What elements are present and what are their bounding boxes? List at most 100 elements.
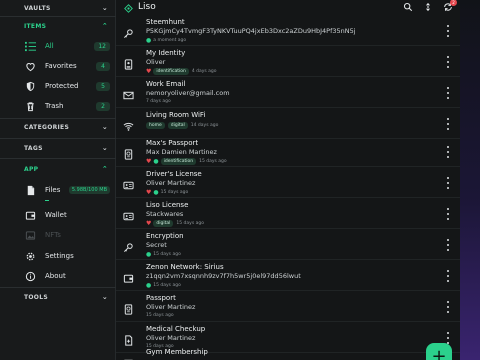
item-meta: ● 15 days ago	[146, 251, 181, 258]
chevron-up-icon: ⌃	[101, 22, 108, 30]
item-subtitle: Oliver Martinez	[146, 334, 196, 342]
list-item[interactable]: Living Room WiFi home digital 14 days ago	[116, 109, 460, 139]
item-date: 15 days ago	[160, 190, 189, 195]
wallet-icon	[24, 209, 36, 221]
list-item[interactable]: Work Email nemoryoliver@gmail.com 7 days…	[116, 78, 460, 108]
item-subtitle: Oliver	[146, 58, 166, 66]
tags-section-header[interactable]: TAGS ⌄	[0, 140, 116, 156]
sidebar-item-label: Protected	[45, 82, 79, 90]
chevron-up-icon: ⌃	[101, 165, 108, 173]
list-item[interactable]: Zenon Network: Sirius z1qqn2vm7xsqnnh9zv…	[116, 261, 460, 291]
sidebar-item-label: Trash	[45, 102, 64, 110]
app-section-header[interactable]: APP ⌃	[0, 161, 116, 177]
heart-icon: ♥	[146, 220, 152, 227]
list-item[interactable]: Gym Membership	[116, 346, 460, 360]
item-subtitle: nemoryoliver@gmail.com	[146, 89, 230, 97]
list-item[interactable]: Max's Passport Max Damien Martinez ♥ ● ide…	[116, 137, 460, 167]
sidebar-item-favorites[interactable]: Favorites 4	[0, 56, 116, 76]
list-item[interactable]: Driver's License Oliver Martinez ♥ ● 15 da…	[116, 168, 460, 198]
sidebar-item-all[interactable]: All 12	[0, 36, 116, 56]
sidebar-item-label: About	[45, 272, 66, 280]
list-item[interactable]: Passport Oliver Martinez 15 days ago	[116, 292, 460, 322]
chevron-down-icon: ⌄	[101, 4, 108, 12]
tools-section-header[interactable]: TOOLS ⌄	[0, 289, 116, 305]
item-count-badge: 5	[96, 81, 110, 91]
list-item[interactable]: Liso License Stackwares ♥ digital 15 days …	[116, 199, 460, 229]
item-subtitle: Oliver Martinez	[146, 303, 196, 311]
sidebar-item-label: Settings	[45, 252, 74, 260]
list-item[interactable]: My Identity Oliver ♥ identification 4 days…	[116, 47, 460, 77]
sidebar: VAULTS ⌄ ITEMS ⌃ All 12 Favorites 4 Prot…	[0, 0, 116, 360]
item-list: Steemhunt P5KGjmCy4TvmgF3TyNKVTuuPQ4jxEb…	[116, 16, 460, 360]
item-meta: ♥ ● 15 days ago	[146, 189, 188, 196]
item-title: Driver's License	[146, 170, 202, 178]
image-icon	[24, 229, 36, 241]
list-item[interactable]: Encryption Secret ● 15 days ago	[116, 230, 460, 260]
shield-icon: ●	[153, 158, 159, 165]
info-icon	[24, 270, 36, 282]
tag-chip[interactable]: home	[146, 122, 165, 129]
tools-section-label: TOOLS	[24, 293, 48, 301]
item-subtitle: P5KGjmCy4TvmgF3TyNKVTuuPQ4jxEb3Dxc2aZDu9…	[146, 27, 356, 35]
heart-icon	[24, 60, 36, 72]
item-meta: ♥ ● identification 15 days ago	[146, 158, 227, 165]
sidebar-item-trash[interactable]: Trash 2	[0, 96, 116, 116]
more-options-icon[interactable]	[446, 87, 450, 99]
sidebar-item-protected[interactable]: Protected 5	[0, 76, 116, 96]
more-options-icon[interactable]	[446, 177, 450, 189]
sort-icon[interactable]	[422, 1, 434, 13]
sidebar-item-wallet[interactable]: Wallet	[0, 205, 116, 225]
item-title: Zenon Network: Sirius	[146, 263, 224, 271]
tag-chip[interactable]: identification	[160, 158, 197, 165]
sidebar-item-about[interactable]: About	[0, 266, 116, 286]
items-section-label: ITEMS	[24, 22, 47, 30]
more-options-icon[interactable]	[446, 118, 450, 130]
vault-icon	[124, 0, 133, 17]
list-icon	[24, 40, 36, 52]
more-options-icon[interactable]	[446, 332, 450, 344]
item-title: Living Room WiFi	[146, 111, 206, 119]
divider	[0, 16, 116, 17]
vaults-section-header[interactable]: VAULTS ⌄	[0, 0, 116, 16]
item-subtitle: z1qqn2vm7xsqnnh9zv7f7h5wr5j0el97dd56lwut	[146, 272, 301, 280]
sync-icon[interactable]: 2	[442, 0, 457, 13]
item-meta: home digital 14 days ago	[146, 122, 218, 129]
item-meta: 15 days ago	[146, 313, 174, 318]
item-date: 7 days ago	[146, 99, 171, 104]
more-options-icon[interactable]	[446, 25, 450, 37]
chevron-down-icon: ⌄	[101, 293, 108, 301]
item-title: Steemhunt	[146, 18, 185, 26]
add-item-button[interactable]: +	[426, 343, 452, 360]
chevron-down-icon: ⌄	[101, 123, 108, 131]
item-date: 15 days ago	[153, 252, 181, 257]
items-section-header[interactable]: ITEMS ⌃	[0, 18, 116, 34]
item-subtitle: Stackwares	[146, 210, 184, 218]
more-options-icon[interactable]	[446, 239, 450, 251]
search-icon[interactable]	[402, 1, 414, 13]
item-count-badge: 12	[94, 41, 110, 51]
sidebar-item-files[interactable]: Files 5.98B/100 MB	[0, 180, 116, 200]
gear-icon	[24, 250, 36, 262]
tag-chip[interactable]: identification	[153, 68, 189, 75]
list-item[interactable]: Steemhunt P5KGjmCy4TvmgF3TyNKVTuuPQ4jxEb…	[116, 16, 460, 46]
item-date: 15 days ago	[153, 283, 181, 288]
divider	[0, 158, 116, 159]
sidebar-item-nfts[interactable]: NFTs	[0, 225, 116, 245]
tag-chip[interactable]: digital	[153, 220, 174, 227]
chevron-down-icon: ⌄	[101, 144, 108, 152]
more-options-icon[interactable]	[446, 146, 450, 158]
top-bar: Liso 2	[116, 0, 460, 14]
storage-progress-bar	[45, 200, 49, 201]
heart-icon: ♥	[146, 68, 152, 75]
key-icon	[123, 238, 134, 252]
license-icon	[123, 176, 134, 190]
more-options-icon[interactable]	[446, 301, 450, 313]
more-options-icon[interactable]	[446, 270, 450, 282]
more-options-icon[interactable]	[446, 208, 450, 220]
item-title: Max's Passport	[146, 139, 199, 147]
sidebar-item-label: Wallet	[45, 211, 67, 219]
more-options-icon[interactable]	[446, 56, 450, 68]
sidebar-item-settings[interactable]: Settings	[0, 246, 116, 266]
tag-chip[interactable]: digital	[167, 122, 188, 129]
categories-section-header[interactable]: CATEGORIES ⌄	[0, 119, 116, 135]
